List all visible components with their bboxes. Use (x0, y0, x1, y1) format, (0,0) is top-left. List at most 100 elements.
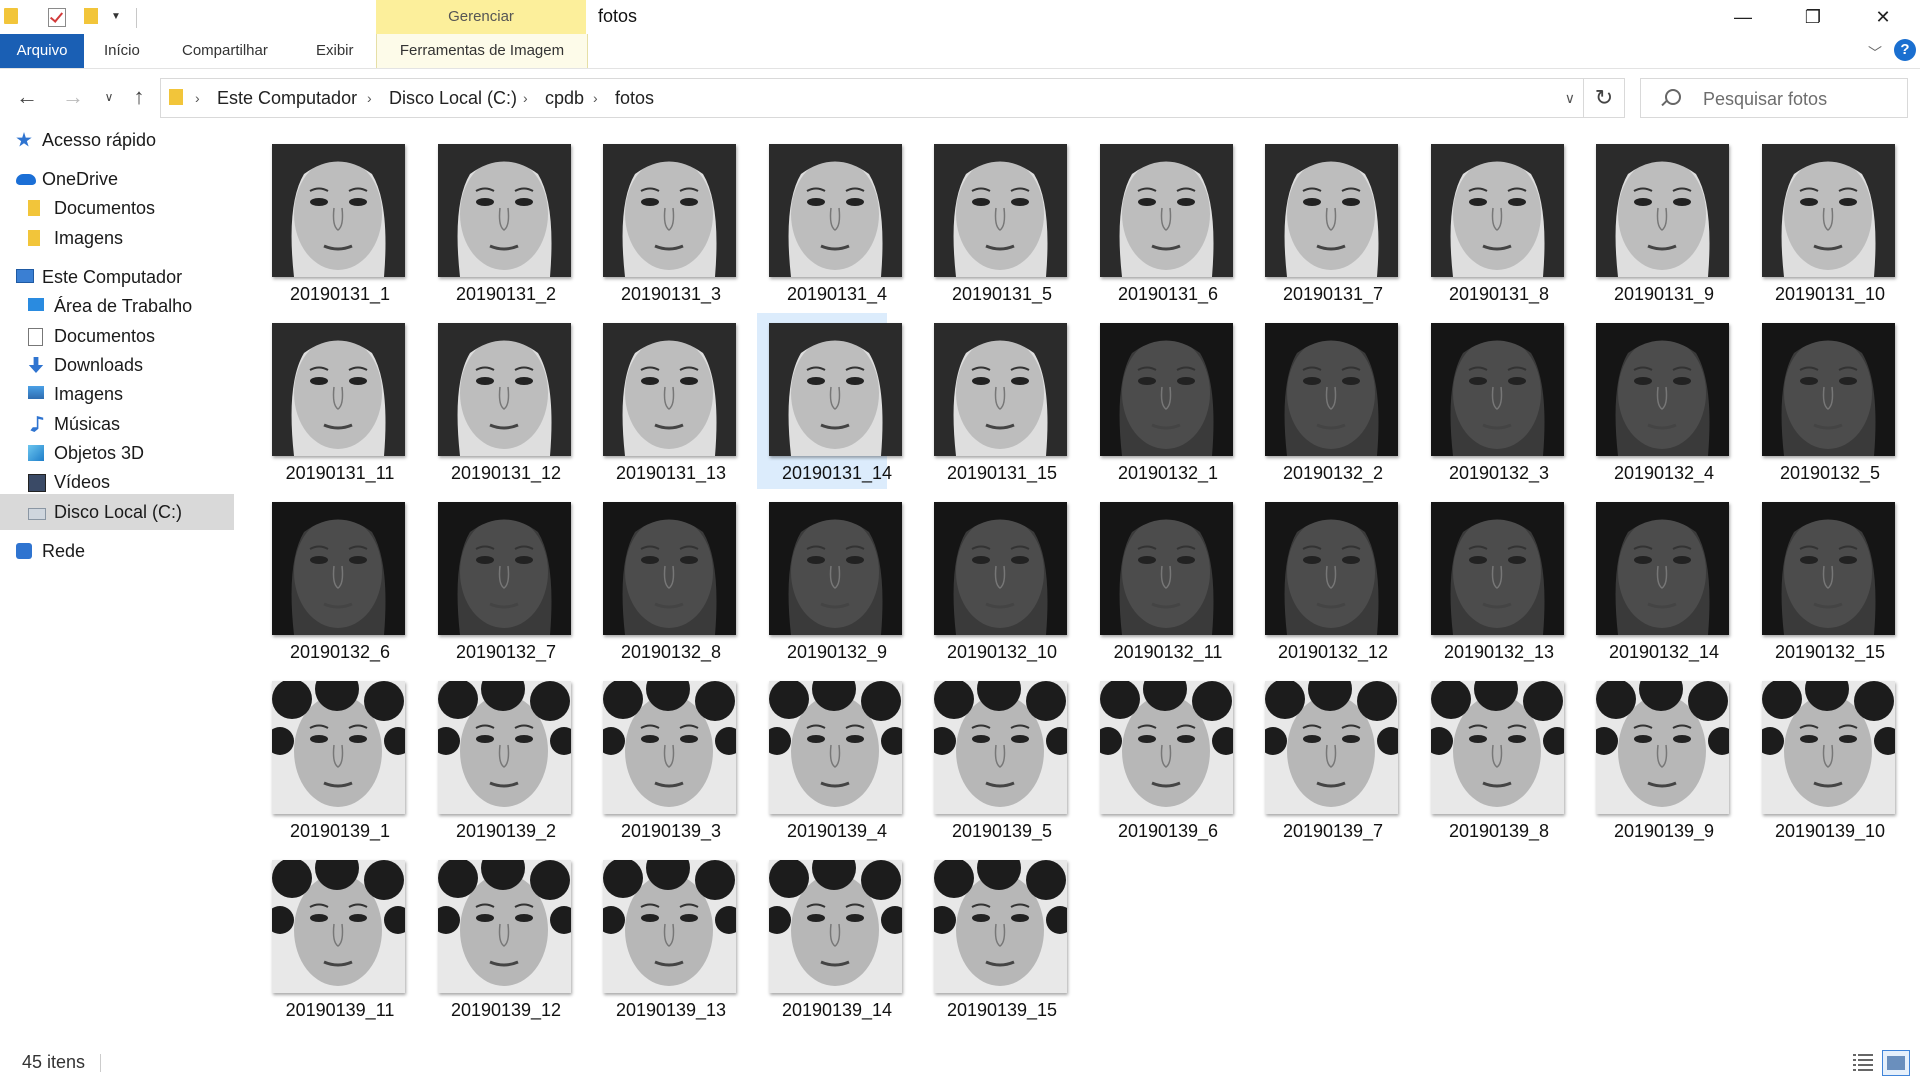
breadcrumb-este-computador[interactable]: Este Computador (217, 79, 357, 117)
file-item[interactable]: 20190131_15 (922, 313, 1067, 489)
file-item[interactable]: 20190139_7 (1253, 671, 1398, 847)
file-item[interactable]: 20190131_13 (591, 313, 736, 489)
file-item[interactable]: 20190132_15 (1750, 492, 1895, 668)
status-bar: 45 itens (0, 1044, 1920, 1080)
up-arrow-icon[interactable]: ↑ (124, 82, 154, 112)
file-item[interactable]: 20190131_9 (1584, 134, 1729, 310)
file-item[interactable]: 20190131_10 (1750, 134, 1895, 310)
file-item[interactable]: 20190131_14 (757, 313, 902, 489)
file-item[interactable]: 20190139_9 (1584, 671, 1729, 847)
file-item[interactable]: 20190139_10 (1750, 671, 1895, 847)
help-icon[interactable]: ? (1894, 39, 1916, 61)
context-tab-group-label: Gerenciar (376, 0, 586, 34)
tab-ferramentas-de-imagem[interactable]: Ferramentas de Imagem (376, 34, 588, 68)
sidebar-item-rede[interactable]: Rede (0, 533, 234, 569)
file-item[interactable]: 20190139_4 (757, 671, 902, 847)
breadcrumb-chevron-icon[interactable]: › (593, 79, 598, 117)
close-button[interactable]: ✕ (1848, 0, 1918, 34)
tab-compartilhar[interactable]: Compartilhar (182, 34, 268, 68)
breadcrumb-chevron-icon[interactable]: › (367, 79, 372, 117)
file-item[interactable]: 20190131_2 (426, 134, 571, 310)
file-item[interactable]: 20190132_12 (1253, 492, 1398, 668)
file-name: 20190132_12 (1277, 642, 1389, 662)
file-item[interactable]: 20190132_3 (1419, 313, 1564, 489)
breadcrumb-chevron-icon[interactable]: › (195, 79, 200, 117)
breadcrumb-cpdb[interactable]: cpdb (545, 79, 584, 117)
file-item[interactable]: 20190131_8 (1419, 134, 1564, 310)
breadcrumb-chevron-icon[interactable]: › (523, 79, 528, 117)
file-item[interactable]: 20190131_4 (757, 134, 902, 310)
file-item[interactable]: 20190139_8 (1419, 671, 1564, 847)
address-history-chevron-icon[interactable]: ∨ (1565, 79, 1575, 117)
file-item[interactable]: 20190132_2 (1253, 313, 1398, 489)
file-item[interactable]: 20190139_13 (591, 850, 736, 1026)
face-photo-thumbnail (1100, 144, 1233, 277)
file-item[interactable]: 20190131_7 (1253, 134, 1398, 310)
file-item[interactable]: 20190132_10 (922, 492, 1067, 668)
image-thumbnail (603, 681, 736, 814)
file-item[interactable]: 20190139_12 (426, 850, 571, 1026)
pictures-icon (28, 386, 44, 399)
file-item[interactable]: 20190131_1 (260, 134, 405, 310)
sidebar-item-imagens[interactable]: Imagens (0, 220, 234, 256)
search-box[interactable] (1640, 78, 1908, 119)
details-view-icon[interactable] (1852, 1052, 1874, 1072)
sidebar-item-acesso-rápido[interactable]: Acesso rápido (0, 122, 234, 158)
file-item[interactable]: 20190132_8 (591, 492, 736, 668)
file-item[interactable]: 20190131_6 (1088, 134, 1233, 310)
file-item[interactable]: 20190139_3 (591, 671, 736, 847)
maximize-button[interactable]: ❐ (1778, 0, 1848, 34)
tab-inicio[interactable]: Início (104, 34, 140, 68)
back-arrow-icon[interactable]: ← (12, 82, 42, 112)
tab-exibir[interactable]: Exibir (316, 34, 354, 68)
file-item[interactable]: 20190132_1 (1088, 313, 1233, 489)
file-item[interactable]: 20190131_3 (591, 134, 736, 310)
file-item[interactable]: 20190139_6 (1088, 671, 1233, 847)
face-photo-thumbnail (1762, 502, 1895, 635)
image-thumbnail (1100, 681, 1233, 814)
file-item[interactable]: 20190132_5 (1750, 313, 1895, 489)
breadcrumb-disco-local[interactable]: Disco Local (C:) (389, 79, 517, 117)
image-thumbnail (934, 860, 1067, 993)
file-item[interactable]: 20190131_11 (260, 313, 405, 489)
folder-icon[interactable] (4, 8, 18, 24)
refresh-icon[interactable]: ↻ (1584, 78, 1625, 118)
file-item[interactable]: 20190132_14 (1584, 492, 1729, 668)
file-item[interactable]: 20190132_11 (1088, 492, 1233, 668)
face-photo-thumbnail (603, 144, 736, 277)
file-item[interactable]: 20190139_5 (922, 671, 1067, 847)
face-photo-thumbnail (934, 144, 1067, 277)
file-item[interactable]: 20190139_11 (260, 850, 405, 1026)
address-bar[interactable]: › Este Computador › Disco Local (C:) › c… (160, 78, 1584, 118)
file-item[interactable]: 20190139_2 (426, 671, 571, 847)
tab-arquivo[interactable]: Arquivo (0, 34, 84, 68)
file-item[interactable]: 20190139_1 (260, 671, 405, 847)
face-photo-thumbnail (934, 323, 1067, 456)
file-item[interactable]: 20190131_5 (922, 134, 1067, 310)
recent-locations-chevron-icon[interactable]: ∨ (94, 82, 124, 112)
sidebar-item-disco-local-c[interactable]: Disco Local (C:) (0, 494, 234, 530)
file-name: 20190131_15 (946, 463, 1058, 483)
file-item[interactable]: 20190131_12 (426, 313, 571, 489)
file-item[interactable]: 20190132_7 (426, 492, 571, 668)
face-photo-thumbnail (438, 502, 571, 635)
file-name: 20190131_6 (1117, 284, 1219, 304)
search-input[interactable] (1701, 79, 1905, 119)
minimize-button[interactable]: — (1708, 0, 1778, 34)
file-item[interactable]: 20190132_6 (260, 492, 405, 668)
file-name: 20190139_13 (615, 1000, 727, 1020)
navigation-bar: ← → ∨ ↑ › Este Computador › Disco Local … (0, 70, 1920, 124)
customize-toolbar-chevron-icon[interactable]: ▼ (111, 11, 121, 22)
file-item[interactable]: 20190139_14 (757, 850, 902, 1026)
file-item[interactable]: 20190132_4 (1584, 313, 1729, 489)
file-item[interactable]: 20190132_13 (1419, 492, 1564, 668)
breadcrumb-fotos[interactable]: fotos (615, 79, 654, 117)
file-item[interactable]: 20190132_9 (757, 492, 902, 668)
forward-arrow-icon[interactable]: → (58, 82, 88, 112)
properties-icon[interactable] (48, 8, 66, 27)
image-thumbnail (769, 502, 902, 635)
new-folder-icon[interactable] (84, 8, 98, 24)
expand-ribbon-chevron-icon[interactable]: ﹀ (1868, 43, 1882, 63)
file-item[interactable]: 20190139_15 (922, 850, 1067, 1026)
large-icons-view-icon[interactable] (1882, 1050, 1910, 1076)
